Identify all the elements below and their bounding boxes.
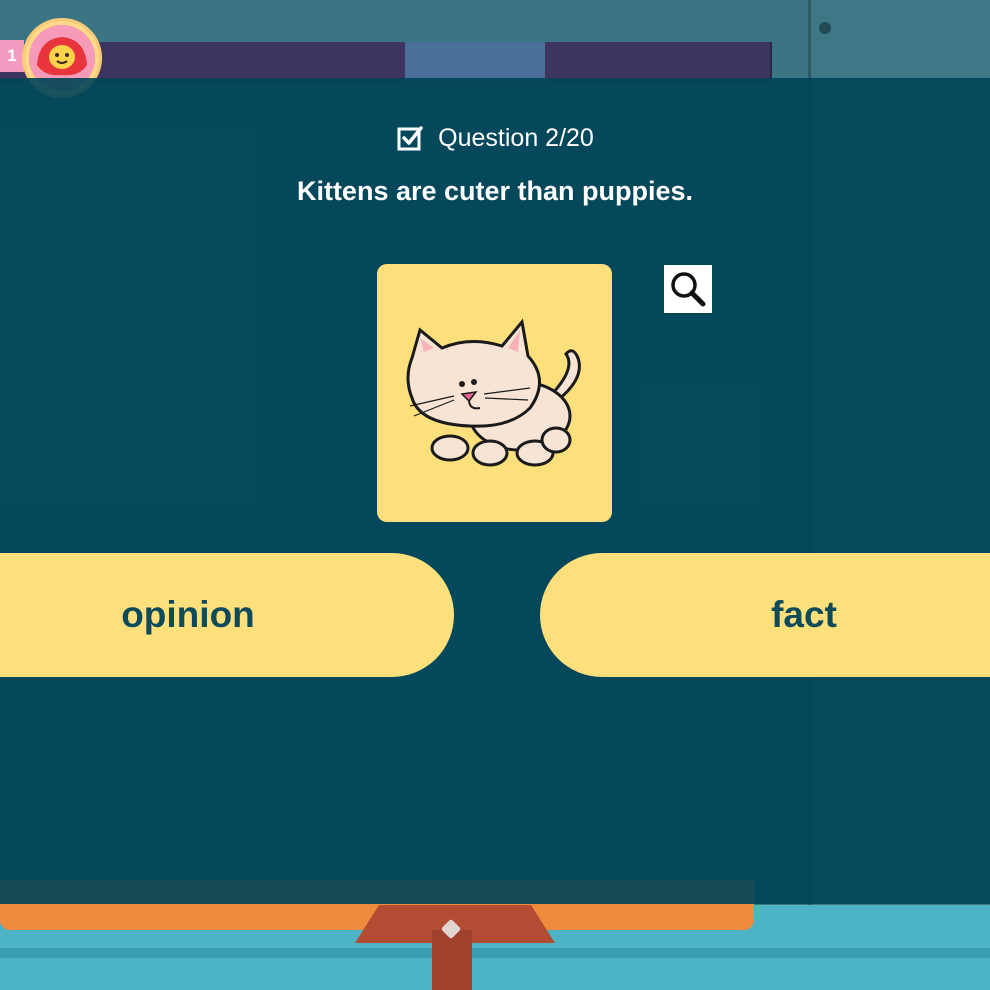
background-floor-strip — [0, 948, 990, 958]
question-header: Question 2/20 — [0, 118, 990, 158]
answer-label: fact — [771, 594, 837, 635]
question-counter: Question 2/20 — [438, 123, 594, 152]
player-number-badge: 1 — [0, 40, 24, 72]
answer-opinion-button[interactable]: opinion — [0, 553, 454, 677]
question-image — [377, 264, 612, 522]
background-post — [432, 930, 472, 990]
rivet — [819, 22, 831, 34]
background-top-bar-stripe — [405, 42, 545, 82]
answer-label: opinion — [121, 594, 255, 635]
answer-fact-button[interactable]: fact — [540, 553, 990, 677]
question-text: Kittens are cuter than puppies. — [296, 176, 694, 206]
zoom-button[interactable] — [664, 265, 712, 313]
checkbox-checked-icon — [397, 126, 423, 151]
kitten-illustration — [406, 318, 581, 467]
magnifying-glass-icon — [671, 272, 706, 307]
background-top-bar — [0, 42, 772, 82]
